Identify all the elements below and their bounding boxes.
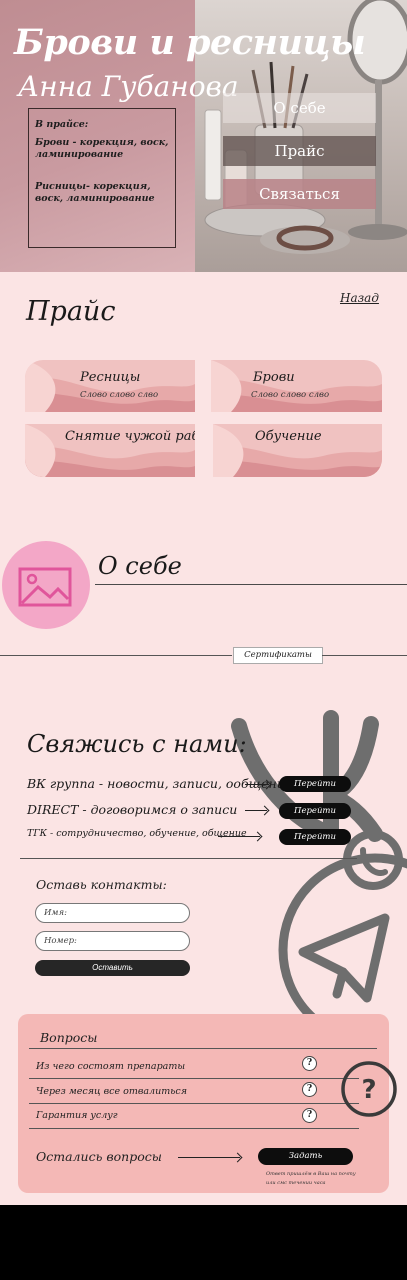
svg-text:?: ? bbox=[361, 1075, 376, 1105]
faq-note: Ответ пришлём в Ваш на почту или смс теч… bbox=[266, 1171, 356, 1186]
price-summary-lashes: Рисницы- корекция, воск, ламинирование bbox=[35, 181, 155, 204]
ask-question-button[interactable]: Задать bbox=[258, 1148, 353, 1165]
card-subtitle: Слово слово слво bbox=[251, 390, 330, 400]
submit-contacts-button[interactable]: Оставить bbox=[35, 960, 190, 976]
divider bbox=[29, 1103, 359, 1104]
question-icon[interactable]: ? bbox=[302, 1108, 317, 1123]
social-icons-decoration bbox=[231, 710, 407, 1030]
vk-go-button[interactable]: Перейти bbox=[279, 776, 351, 792]
arrow-right-icon bbox=[178, 1157, 240, 1158]
about-photo-placeholder bbox=[2, 541, 90, 629]
price-card-training[interactable]: Обучение bbox=[213, 424, 382, 477]
price-card-removal[interactable]: Снятие чужой работы bbox=[25, 424, 195, 477]
price-card-brows[interactable]: Брови Слово слово слво bbox=[211, 360, 382, 412]
faq-remaining-title: Остались вопросы bbox=[36, 1149, 162, 1164]
card-title: Снятие чужой работы bbox=[65, 429, 195, 444]
price-summary-heading: В прайсе: bbox=[35, 119, 89, 130]
arrow-right-icon bbox=[218, 836, 260, 837]
image-placeholder-icon bbox=[18, 567, 72, 607]
hero-banner: Брови и ресницы Анна Губанова В прайсе: … bbox=[0, 0, 407, 272]
divider bbox=[0, 655, 232, 656]
faq-question[interactable]: Через месяц все отвалиться bbox=[36, 1086, 187, 1097]
divider bbox=[322, 655, 407, 656]
contact-row-direct-label: DIRECT - договоримся о записи bbox=[27, 802, 238, 817]
price-card-lashes[interactable]: Ресницы Слово слово слво bbox=[25, 360, 195, 412]
contact-title: Свяжись с нами: bbox=[27, 730, 247, 758]
wave-pattern-icon bbox=[25, 360, 195, 412]
wave-pattern-icon bbox=[211, 360, 382, 412]
question-icon[interactable]: ? bbox=[302, 1082, 317, 1097]
question-circle-icon: ? bbox=[341, 1061, 397, 1117]
divider bbox=[20, 858, 357, 859]
telegram-go-button[interactable]: Перейти bbox=[279, 829, 351, 845]
direct-go-button[interactable]: Перейти bbox=[279, 803, 351, 819]
price-button[interactable]: Прайс bbox=[223, 136, 376, 166]
card-subtitle: Слово слово слво bbox=[80, 390, 159, 400]
certificates-button[interactable]: Сертификаты bbox=[233, 647, 323, 664]
contact-form-title: Оставь контакты: bbox=[36, 877, 167, 892]
phone-field[interactable] bbox=[35, 931, 190, 951]
faq-question[interactable]: Гарантия услуг bbox=[36, 1110, 118, 1121]
hero-subtitle: Анна Губанова bbox=[18, 70, 239, 103]
arrow-right-icon bbox=[245, 810, 267, 811]
divider bbox=[95, 584, 407, 585]
divider bbox=[29, 1078, 359, 1079]
price-title: Прайс bbox=[26, 296, 116, 327]
hero-title: Брови и ресницы bbox=[14, 22, 366, 63]
question-icon[interactable]: ? bbox=[302, 1056, 317, 1071]
back-link[interactable]: Назад bbox=[340, 291, 379, 305]
arrow-right-icon bbox=[245, 784, 269, 785]
card-title: Брови bbox=[253, 370, 295, 385]
price-summary-box: В прайсе: Брови - корекция, воск, ламини… bbox=[28, 108, 176, 248]
faq-question[interactable]: Из чего состоят препараты bbox=[36, 1061, 185, 1072]
about-button[interactable]: О себе bbox=[223, 93, 376, 123]
contact-row-telegram-label: ТГК - сотрудничество, обучение, общение bbox=[27, 828, 247, 839]
price-summary-brows: Брови - корекция, воск, ламинирование bbox=[35, 137, 169, 160]
divider bbox=[29, 1048, 377, 1049]
card-title: Ресницы bbox=[80, 370, 141, 385]
contact-button[interactable]: Связаться bbox=[223, 179, 376, 209]
card-title: Обучение bbox=[255, 429, 322, 444]
divider bbox=[29, 1128, 359, 1129]
faq-title: Вопросы bbox=[40, 1030, 98, 1045]
name-field[interactable] bbox=[35, 903, 190, 923]
footer-bar bbox=[0, 1205, 407, 1280]
about-title: О себе bbox=[98, 552, 182, 580]
